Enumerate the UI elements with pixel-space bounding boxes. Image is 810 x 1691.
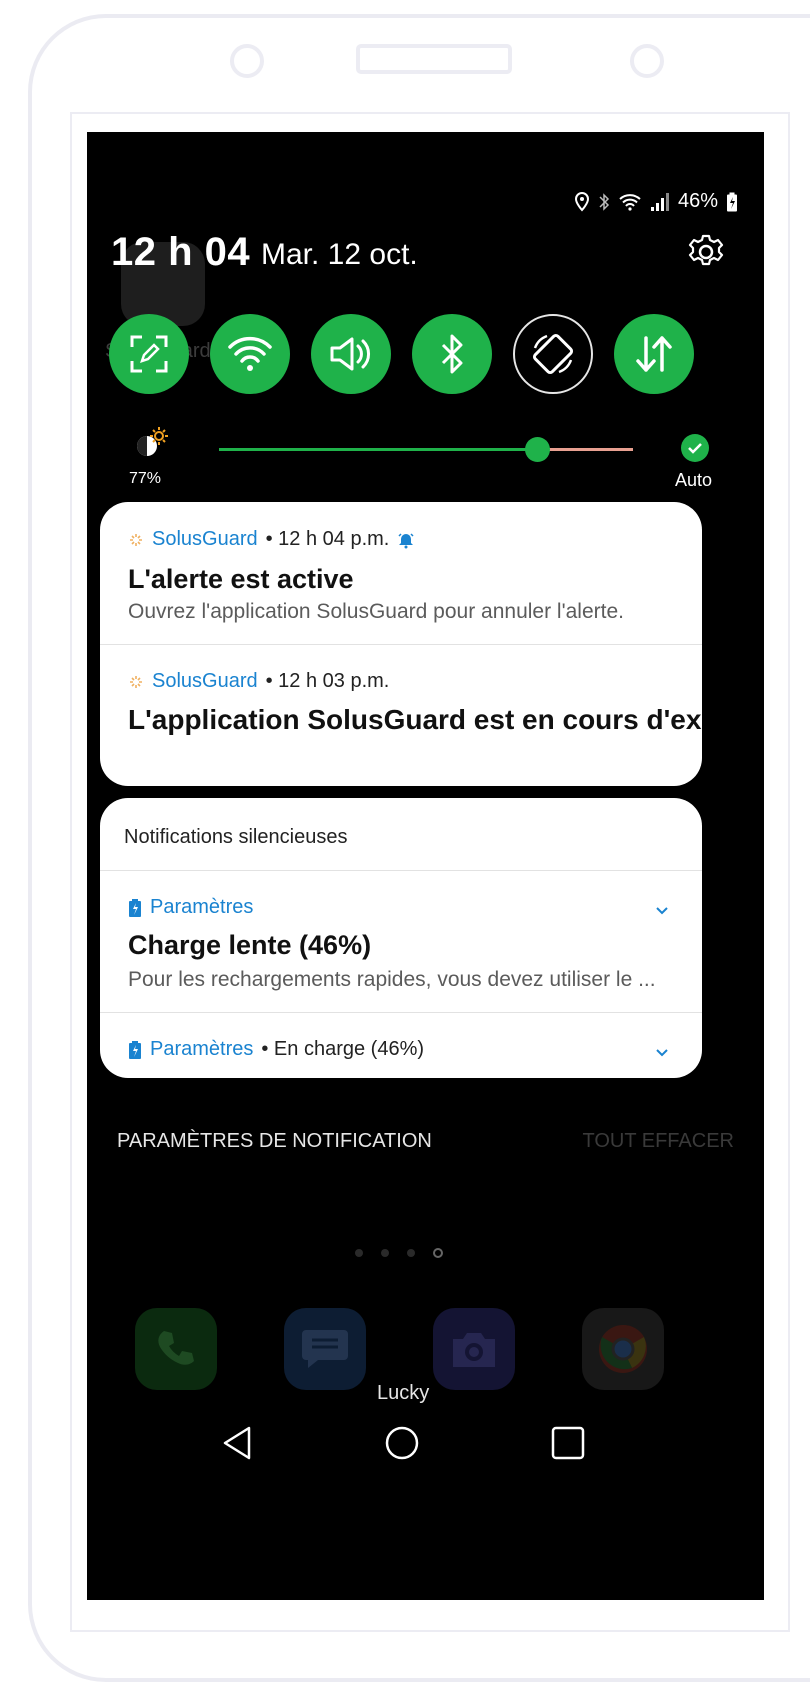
status-bar: 46% bbox=[574, 190, 738, 213]
silent-notification-item[interactable]: Paramètres • En charge (46%) bbox=[100, 1012, 702, 1078]
qs-bluetooth-button[interactable] bbox=[412, 314, 492, 394]
brightness-slider-thumb[interactable] bbox=[525, 437, 550, 462]
location-icon bbox=[574, 191, 589, 211]
notification-app-name: Paramètres bbox=[150, 1038, 254, 1060]
auto-brightness-toggle[interactable] bbox=[681, 434, 709, 462]
message-icon bbox=[302, 1330, 348, 1368]
home-nav-icon[interactable] bbox=[383, 1424, 421, 1462]
signal-icon bbox=[650, 192, 669, 211]
chevron-down-icon[interactable] bbox=[654, 1044, 670, 1060]
notification-app-name: Paramètres bbox=[150, 896, 254, 918]
notification-header: SolusGuard • 12 h 03 p.m. bbox=[128, 670, 389, 693]
wifi-icon bbox=[619, 193, 641, 211]
back-nav-icon[interactable] bbox=[219, 1424, 257, 1462]
qs-mobile-data-button[interactable] bbox=[614, 314, 694, 394]
brightness-slider-fill[interactable] bbox=[219, 448, 537, 451]
silent-notifications-header: Notifications silencieuses bbox=[124, 826, 348, 848]
notification-app-name: SolusGuard bbox=[152, 670, 258, 692]
camera-icon bbox=[453, 1333, 495, 1367]
notification-header: SolusGuard • 12 h 04 p.m. bbox=[128, 528, 415, 551]
settings-gear-icon[interactable] bbox=[686, 232, 726, 272]
edit-icon bbox=[130, 335, 168, 373]
brightness-slider-track[interactable] bbox=[537, 448, 633, 451]
camera-app-icon[interactable] bbox=[433, 1308, 515, 1390]
bluetooth-icon bbox=[441, 334, 463, 374]
notification-title: Charge lente (46%) bbox=[128, 930, 372, 960]
notification-card: SolusGuard • 12 h 04 p.m. L'alerte est a… bbox=[100, 502, 702, 786]
qs-wifi-button[interactable] bbox=[210, 314, 290, 394]
qs-auto-rotate-button[interactable] bbox=[513, 314, 593, 394]
brightness-value: 77% bbox=[129, 470, 162, 487]
notification-extra: • En charge (46%) bbox=[261, 1038, 425, 1060]
qs-sound-button[interactable] bbox=[311, 314, 391, 394]
notification-body: Ouvrez l'application SolusGuard pour ann… bbox=[128, 600, 624, 623]
notification-header: Paramètres • En charge (46%) bbox=[128, 1038, 424, 1061]
notification-app-name: SolusGuard bbox=[152, 528, 258, 550]
auto-rotate-icon bbox=[532, 333, 574, 375]
silent-notification-item[interactable]: Paramètres Charge lente (46%) Pour les r… bbox=[100, 870, 702, 1012]
proximity-sensor bbox=[630, 44, 664, 78]
notification-time: • 12 h 04 p.m. bbox=[265, 528, 390, 550]
notification-header: Paramètres bbox=[128, 896, 253, 919]
front-camera bbox=[230, 44, 264, 78]
phone-icon bbox=[158, 1331, 194, 1365]
brightness-icon bbox=[137, 427, 168, 456]
notification-title: L'alerte est active bbox=[128, 564, 354, 594]
battery-icon bbox=[727, 192, 737, 211]
chevron-down-icon[interactable] bbox=[654, 902, 670, 918]
wifi-icon bbox=[228, 336, 272, 371]
auto-brightness-label: Auto bbox=[675, 470, 713, 490]
date: Mar. 12 oct. bbox=[261, 238, 418, 271]
notification-item[interactable]: SolusGuard • 12 h 03 p.m. L'application … bbox=[100, 644, 702, 786]
notification-item[interactable]: SolusGuard • 12 h 04 p.m. L'alerte est a… bbox=[100, 502, 702, 644]
check-icon bbox=[688, 443, 702, 454]
battery-charging-icon bbox=[129, 898, 141, 917]
battery-charging-icon bbox=[129, 1040, 141, 1059]
solusguard-app-icon bbox=[130, 533, 142, 546]
solusguard-app-icon bbox=[130, 675, 142, 688]
chrome-app-icon[interactable] bbox=[582, 1308, 664, 1390]
clear-all-button[interactable]: TOUT EFFACER bbox=[582, 1130, 734, 1153]
phone-screen: SolusGuard 46% 12 h 04 Mar. 12 oct. 77% bbox=[87, 132, 764, 1600]
notification-body: Pour les rechargements rapides, vous dev… bbox=[128, 968, 656, 991]
dock-label: Lucky bbox=[377, 1382, 430, 1404]
sound-icon bbox=[330, 337, 370, 371]
qs-edit-button[interactable] bbox=[109, 314, 189, 394]
page-indicator bbox=[355, 1248, 443, 1258]
alarm-bell-icon bbox=[398, 532, 414, 548]
battery-percent: 46% bbox=[677, 190, 718, 212]
clock: 12 h 04 bbox=[111, 230, 251, 274]
mobile-data-icon bbox=[636, 336, 672, 372]
chrome-icon bbox=[599, 1324, 647, 1373]
messages-app-icon[interactable] bbox=[284, 1308, 366, 1390]
notification-title: L'application SolusGuard est en cours d'… bbox=[128, 704, 702, 735]
page-dot bbox=[355, 1249, 363, 1257]
bluetooth-icon bbox=[599, 192, 610, 211]
recents-nav-icon[interactable] bbox=[549, 1424, 587, 1462]
notification-settings-button[interactable]: PARAMÈTRES DE NOTIFICATION bbox=[117, 1130, 432, 1153]
earpiece-speaker bbox=[356, 44, 512, 74]
page-dot-active bbox=[433, 1248, 443, 1258]
page-dot bbox=[381, 1249, 389, 1257]
silent-notifications-card: Notifications silencieuses Paramètres Ch… bbox=[100, 798, 702, 1078]
phone-app-icon[interactable] bbox=[135, 1308, 217, 1390]
notification-time: • 12 h 03 p.m. bbox=[265, 670, 390, 692]
page-dot bbox=[407, 1249, 415, 1257]
